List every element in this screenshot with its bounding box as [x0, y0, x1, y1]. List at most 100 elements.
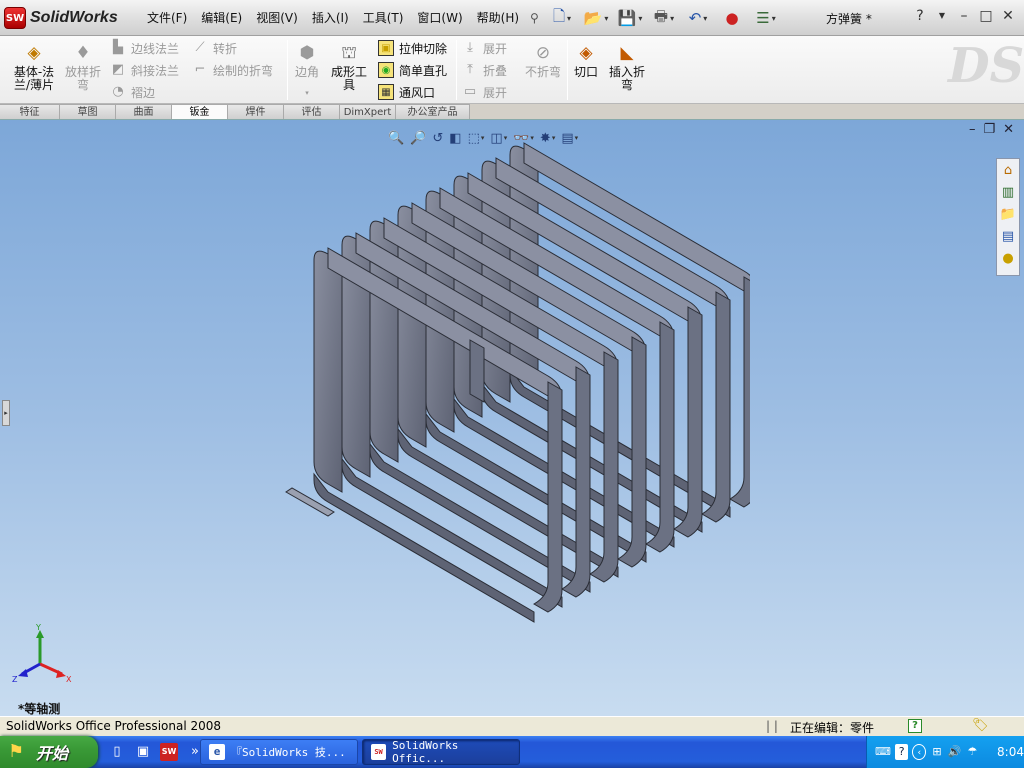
- solidworks-launch-icon[interactable]: SW: [160, 743, 178, 761]
- sketched-bend-button[interactable]: ⌐ 绘制的折弯: [192, 61, 273, 79]
- document-icon[interactable]: ▯: [108, 743, 126, 761]
- fold-button[interactable]: ⤒ 折叠: [462, 61, 507, 79]
- chevron-down-icon[interactable]: ▾: [290, 87, 324, 100]
- help-tray-icon[interactable]: ?: [894, 744, 909, 760]
- hem-label: 褶边: [131, 85, 156, 100]
- file-explorer-icon[interactable]: 📁: [999, 206, 1017, 224]
- tab-weldments[interactable]: 焊件: [228, 104, 284, 120]
- design-library-icon[interactable]: ▥: [999, 184, 1017, 202]
- corners-button[interactable]: ⬢ 边角 ▾: [290, 42, 324, 100]
- windows-flag-icon: ⚑: [8, 741, 25, 762]
- rip-button[interactable]: ◈ 切口: [570, 42, 602, 79]
- tab-evaluate[interactable]: 评估: [284, 104, 340, 120]
- title-menu-bar: SW SolidWorks 文件(F) 编辑(E) 视图(V) 插入(I) 工具…: [0, 0, 1024, 36]
- menu-view[interactable]: 视图(V): [249, 9, 305, 27]
- chevron-left-icon[interactable]: ‹: [912, 744, 927, 760]
- tag-icon[interactable]: 🏷: [972, 718, 989, 733]
- no-bends-button[interactable]: ⊘ 不折弯: [522, 42, 564, 79]
- unfold-button[interactable]: ⤓ 展开: [462, 39, 507, 57]
- pin-icon[interactable]: ⚲: [526, 9, 543, 27]
- forming-tool-label: 成形工 具: [330, 65, 367, 92]
- help-icon[interactable]: ?: [912, 8, 928, 24]
- rip-icon: ◈: [579, 43, 593, 63]
- taskbar-item-browser[interactable]: e 『SolidWorks 技...: [200, 739, 358, 765]
- spring-coil-right: [644, 321, 675, 553]
- options-icon[interactable]: ☰ ▾: [752, 6, 780, 30]
- network-icon[interactable]: ⊞: [930, 744, 944, 760]
- save-icon[interactable]: 💾 ▾: [616, 6, 644, 30]
- spring-coils: [313, 142, 750, 623]
- graphics-area[interactable]: 🔍 🔎 ↺ ◧ ⬚ ▾ ◫ ▾ 👓 ▾ ✸ ▾ ▤ ▾ – ❐ ✕ ⌂ ▥ 📁 ▤ ● ▸: [0, 119, 1024, 716]
- insert-bends-button[interactable]: ◣ 插入折 弯: [606, 42, 648, 92]
- tab-office-products[interactable]: 办公室产品: [396, 104, 470, 120]
- extruded-cut-button[interactable]: ▣ 拉伸切除: [378, 39, 447, 57]
- miter-flange-button[interactable]: ◩ 斜接法兰: [110, 61, 179, 79]
- lofted-bend-icon: ♦: [75, 43, 91, 63]
- corners-icon: ⬢: [299, 43, 315, 63]
- insert-bends-label: 插入折 弯: [608, 65, 645, 92]
- jog-button[interactable]: ⟋ 转折: [192, 39, 237, 57]
- tab-dimxpert[interactable]: DimXpert: [340, 104, 396, 120]
- restore-button[interactable]: □: [978, 8, 994, 24]
- flatten-button[interactable]: ▭ 展开: [462, 83, 507, 101]
- view-orientation-label: *等轴测: [18, 702, 61, 716]
- spring-coil-bottom: [313, 472, 535, 623]
- simple-hole-button[interactable]: ◉ 简单直孔: [378, 61, 447, 79]
- chevron-down-icon[interactable]: ▼: [934, 8, 950, 24]
- menu-tools[interactable]: 工具(T): [356, 9, 411, 27]
- viewport-minimize-button[interactable]: –: [969, 122, 976, 137]
- appearances-icon[interactable]: ●: [999, 250, 1017, 268]
- keyboard-icon[interactable]: ⌨: [875, 744, 891, 760]
- tab-features[interactable]: 特征: [0, 104, 60, 120]
- edge-flange-button[interactable]: ▙ 边线法兰: [110, 39, 179, 57]
- menu-help[interactable]: 帮助(H): [470, 9, 526, 27]
- miter-flange-label: 斜接法兰: [131, 63, 180, 78]
- square-spring-model[interactable]: [270, 140, 750, 700]
- rebuild-icon[interactable]: ●: [718, 6, 746, 30]
- volume-icon[interactable]: 🔊: [948, 744, 962, 760]
- edge-flange-icon: ▙: [113, 40, 123, 55]
- forming-tool-icon: ⛫: [341, 43, 357, 63]
- feature-manager-toggle-handle[interactable]: ▸: [2, 400, 10, 426]
- lofted-bend-button[interactable]: ♦ 放样折 弯: [62, 42, 104, 92]
- undo-icon[interactable]: ↶ ▾: [684, 6, 712, 30]
- vent-button[interactable]: ▦ 通风口: [378, 83, 435, 101]
- extruded-cut-label: 拉伸切除: [399, 41, 448, 56]
- spring-coil-right: [672, 306, 703, 538]
- taskbar-item-solidworks[interactable]: SW SolidWorks Offic...: [362, 739, 520, 765]
- base-flange-icon: ◈: [27, 43, 41, 63]
- menu-insert[interactable]: 插入(I): [305, 9, 356, 27]
- print-icon[interactable]: 🖶 ▾: [650, 6, 678, 30]
- flatten-icon: ▭: [463, 84, 477, 99]
- solidworks-logo[interactable]: SW SolidWorks: [4, 4, 136, 32]
- forming-tool-button[interactable]: ⛫ 成形工 具: [328, 42, 370, 92]
- menu-edit[interactable]: 编辑(E): [194, 9, 249, 27]
- menu-window[interactable]: 窗口(W): [410, 9, 469, 27]
- start-button[interactable]: ⚑ 开始: [0, 736, 98, 768]
- start-label: 开始: [36, 744, 69, 763]
- simple-hole-label: 简单直孔: [399, 63, 448, 78]
- fold-icon: ⤒: [467, 62, 473, 77]
- command-manager: ◈ 基体-法 兰/薄片 ♦ 放样折 弯 ▙ 边线法兰 ◩ 斜接法兰 ◔ 褶边 ⟋…: [0, 36, 1024, 104]
- tab-sketch[interactable]: 草图: [60, 104, 116, 120]
- base-flange-button[interactable]: ◈ 基体-法 兰/薄片: [10, 42, 58, 92]
- status-bar: SolidWorks Office Professional 2008 | | …: [0, 716, 1024, 736]
- home-icon[interactable]: ⌂: [999, 162, 1017, 180]
- solidworks-icon: SW: [371, 744, 387, 760]
- tab-surfaces[interactable]: 曲面: [116, 104, 172, 120]
- view-palette-icon[interactable]: ▤: [999, 228, 1017, 246]
- quick-tips-help-icon[interactable]: ?: [908, 719, 922, 733]
- viewport-restore-button[interactable]: ❐: [983, 122, 995, 137]
- spring-coil-right: [700, 291, 731, 523]
- open-folder-icon[interactable]: 📂 ▾: [582, 6, 610, 30]
- show-desktop-icon[interactable]: ▣: [134, 743, 152, 761]
- umbrella-icon[interactable]: ☂: [966, 744, 980, 760]
- separator: [287, 40, 288, 100]
- new-document-icon[interactable]: 🗋 ▾: [548, 6, 576, 30]
- menu-file[interactable]: 文件(F): [140, 9, 194, 27]
- minimize-button[interactable]: –: [956, 8, 972, 24]
- hem-button[interactable]: ◔ 褶边: [110, 83, 155, 101]
- spring-coil-right: [728, 276, 750, 508]
- viewport-close-button[interactable]: ✕: [1003, 122, 1014, 137]
- close-button[interactable]: ✕: [1000, 8, 1016, 24]
